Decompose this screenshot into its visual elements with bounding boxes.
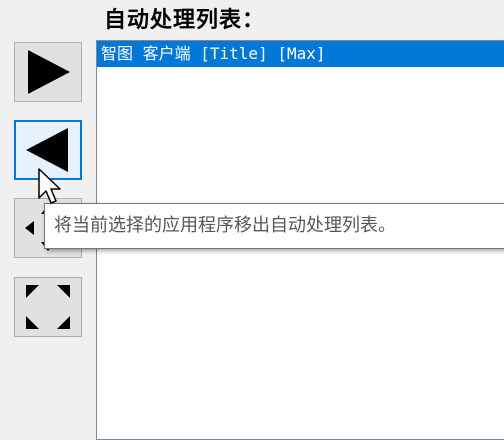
maximize-button[interactable] [14,277,82,337]
add-to-list-button[interactable] [14,42,82,102]
play-right-icon [28,50,70,94]
expand-arrows-icon [26,285,70,329]
list-item[interactable]: 智图 客户端 [Title] [Max] [97,41,504,67]
list-title: 自动处理列表： [104,8,266,33]
mouse-pointer-icon [38,168,61,204]
tooltip-text: 将当前选择的应用程序移出自动处理列表。 [54,215,396,236]
list-item-label: 智图 客户端 [Title] [Max] [101,44,326,63]
tooltip: 将当前选择的应用程序移出自动处理列表。 [44,203,504,249]
